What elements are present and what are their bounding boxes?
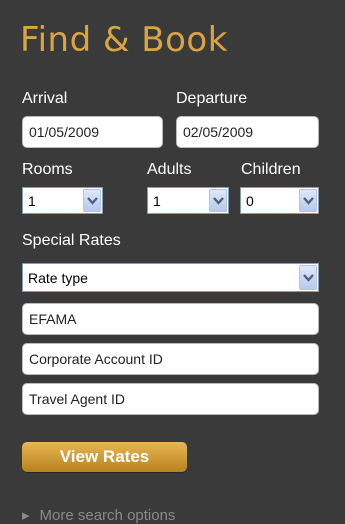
departure-date-input[interactable]: 02/05/2009 — [176, 116, 319, 148]
chevron-down-icon[interactable] — [299, 265, 317, 290]
adults-select[interactable]: 1 — [147, 187, 229, 214]
adults-label: Adults — [147, 161, 192, 178]
departure-label: Departure — [176, 90, 248, 107]
chevron-down-icon[interactable] — [299, 189, 317, 212]
arrival-date-input[interactable]: 01/05/2009 — [22, 116, 163, 148]
rate-type-value: Rate type — [28, 269, 88, 286]
adults-value: 1 — [153, 192, 161, 209]
chevron-down-icon[interactable] — [83, 189, 101, 212]
rooms-value: 1 — [28, 192, 36, 209]
corporate-account-input[interactable]: Corporate Account ID — [22, 343, 319, 375]
more-search-options-link[interactable]: ▸ More search options — [22, 506, 175, 524]
promo-code-input[interactable]: EFAMA — [22, 303, 319, 335]
children-select[interactable]: 0 — [240, 187, 319, 214]
view-rates-button[interactable]: View Rates — [22, 442, 187, 472]
special-rates-label: Special Rates — [22, 232, 121, 249]
children-label: Children — [241, 161, 301, 178]
rate-type-select[interactable]: Rate type — [22, 263, 319, 292]
page-title: Find & Book — [20, 20, 228, 60]
rooms-label: Rooms — [22, 161, 73, 178]
children-value: 0 — [246, 192, 254, 209]
chevron-down-icon[interactable] — [209, 189, 227, 212]
rooms-select[interactable]: 1 — [22, 187, 103, 214]
arrival-label: Arrival — [22, 90, 68, 107]
travel-agent-input[interactable]: Travel Agent ID — [22, 383, 319, 415]
